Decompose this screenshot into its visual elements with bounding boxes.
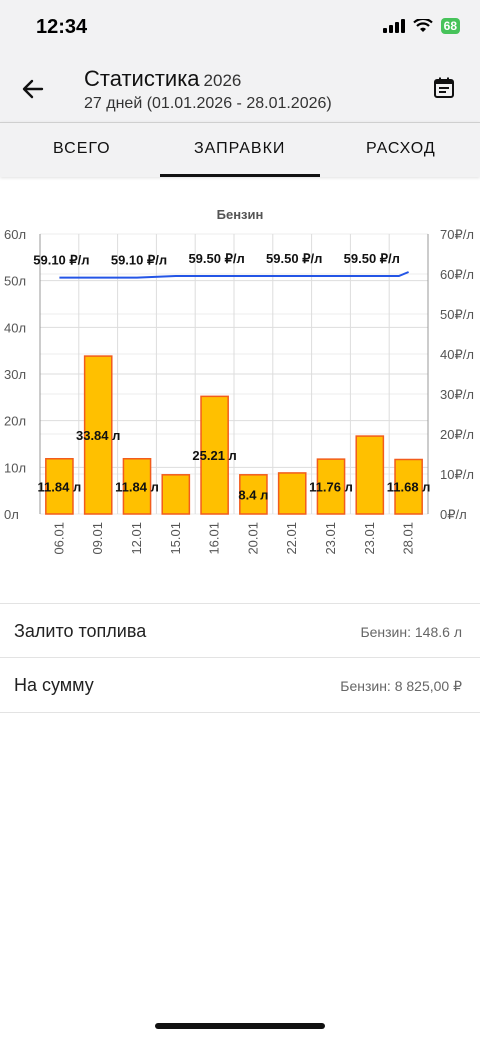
signal-icon	[382, 19, 405, 33]
price-data-label: 59.50 ₽/л	[266, 251, 322, 266]
active-tab-indicator	[160, 174, 320, 177]
chart-title: Бензин	[217, 207, 264, 222]
left-axis-tick: 50л	[4, 274, 26, 289]
status-bar: 12:34 68	[0, 0, 480, 56]
left-axis-tick: 10л	[4, 460, 26, 475]
left-axis-tick: 40л	[4, 320, 26, 335]
bar-data-label: 8.4 л	[238, 487, 268, 502]
bar-data-label: 11.76 л	[309, 480, 353, 495]
bar	[161, 474, 191, 515]
left-axis-tick: 30л	[4, 367, 26, 382]
right-axis-tick: 30₽/л	[440, 387, 474, 402]
summary-fuel-value: Бензин: 148.6 л	[360, 624, 462, 640]
bar-data-label: 11.84 л	[38, 479, 82, 494]
right-axis-tick: 40₽/л	[440, 347, 474, 362]
left-axis-tick: 20л	[4, 414, 26, 429]
summary-row-fuel: Залито топлива Бензин: 148.6 л	[0, 603, 480, 658]
left-axis-tick: 60л	[4, 227, 26, 242]
tab-refuels[interactable]: ЗАПРАВКИ	[194, 140, 285, 158]
right-axis-tick: 0₽/л	[440, 507, 467, 522]
x-axis-tick: 20.01	[245, 522, 260, 555]
right-axis-tick: 20₽/л	[440, 427, 474, 442]
price-data-label: 59.10 ₽/л	[111, 253, 167, 268]
tab-bar: ВСЕГО ЗАПРАВКИ РАСХОД	[0, 122, 480, 177]
bar-data-label: 11.68 л	[387, 480, 431, 495]
bar-data-label: 25.21 л	[192, 448, 236, 463]
right-axis-tick: 60₽/л	[440, 267, 474, 282]
right-axis-tick: 10₽/л	[440, 467, 474, 482]
app-header: Статистика 2026 27 дней (01.01.2026 - 28.…	[0, 56, 480, 122]
bar	[277, 472, 307, 515]
x-axis-tick: 23.01	[323, 522, 338, 555]
status-time: 12:34	[36, 16, 88, 38]
x-axis-tick: 22.01	[284, 522, 299, 555]
header-title-block: Статистика 2026 27 дней (01.01.2026 - 28.…	[84, 66, 332, 113]
summary-fuel-label: Залито топлива	[14, 621, 147, 641]
page-title-text: Статистика	[84, 66, 200, 91]
calendar-icon[interactable]	[432, 76, 456, 100]
x-axis-tick: 06.01	[51, 522, 66, 555]
bar	[355, 435, 385, 515]
right-axis-tick: 70₽/л	[440, 227, 474, 242]
price-data-label: 59.50 ₽/л	[188, 251, 244, 266]
home-indicator[interactable]	[155, 1023, 325, 1029]
x-axis-tick: 16.01	[207, 522, 222, 555]
back-arrow-icon[interactable]	[20, 76, 46, 102]
title-year: 2026	[203, 71, 242, 90]
price-data-label: 59.50 ₽/л	[344, 251, 400, 266]
status-icons: 68	[382, 18, 460, 34]
battery-indicator: 68	[440, 18, 460, 34]
bar-data-label: 11.84 л	[115, 479, 159, 494]
tab-consumption[interactable]: РАСХОД	[366, 140, 436, 158]
summary-row-sum: На сумму Бензин: 8 825,00 ₽	[0, 657, 480, 713]
x-axis-tick: 23.01	[362, 522, 377, 555]
x-axis-tick: 28.01	[401, 522, 416, 555]
x-axis-tick: 09.01	[90, 522, 105, 555]
price-data-label: 59.10 ₽/л	[33, 253, 89, 268]
fuel-chart: Бензин 0л 10л 20л 30л 40л 50л 60л 0₽/л 10₽/л 20₽/л…	[4, 207, 474, 555]
period-subtitle: 27 дней (01.01.2026 - 28.01.2026)	[84, 95, 332, 112]
tab-total[interactable]: ВСЕГО	[53, 140, 111, 158]
left-axis-tick: 0л	[4, 507, 19, 522]
x-axis-tick: 12.01	[129, 522, 144, 555]
summary-sum-value: Бензин: 8 825,00 ₽	[340, 678, 462, 694]
right-axis-tick: 50₽/л	[440, 307, 474, 322]
bar-data-label: 33.84 л	[76, 428, 120, 443]
wifi-icon	[412, 19, 433, 32]
summary-sum-label: На сумму	[14, 675, 94, 695]
x-axis-tick: 15.01	[168, 522, 183, 555]
page-title: Статистика 2026	[84, 66, 332, 92]
